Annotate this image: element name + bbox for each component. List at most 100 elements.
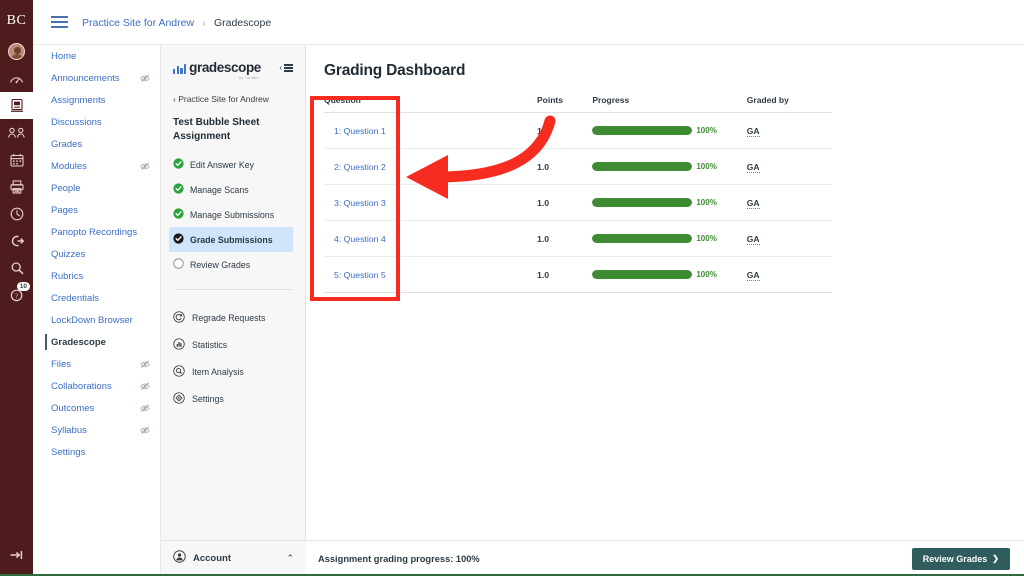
sidebar-item-assignments[interactable]: Assignments: [33, 89, 160, 111]
sidebar-item-home[interactable]: Home: [33, 45, 160, 67]
inbox-printer-icon: [9, 179, 24, 194]
sidebar-item-pages[interactable]: Pages: [33, 199, 160, 221]
grading-progress-footer: Assignment grading progress: 100% Review…: [306, 540, 1024, 576]
sidebar-item-label: LockDown Browser: [51, 314, 133, 326]
breadcrumb-course-link[interactable]: Practice Site for Andrew: [82, 17, 194, 29]
global-nav-item-commons[interactable]: [0, 227, 33, 254]
assignment-title: Test Bubble Sheet Assignment: [173, 117, 260, 142]
sidebar-item-rubrics[interactable]: Rubrics: [33, 265, 160, 287]
tool-settings[interactable]: Settings: [173, 385, 293, 412]
global-nav-item-history[interactable]: [0, 200, 33, 227]
tool-item-analysis[interactable]: Item Analysis: [173, 358, 293, 385]
step-review-grades[interactable]: Review Grades: [169, 252, 293, 277]
column-header-question[interactable]: Question: [324, 95, 537, 113]
breadcrumb-separator: ›: [202, 18, 206, 28]
sidebar-item-discussions[interactable]: Discussions: [33, 111, 160, 133]
graded-by-value[interactable]: GA: [746, 125, 760, 137]
global-nav-item-groups[interactable]: [0, 119, 33, 146]
hidden-eye-icon: [140, 381, 150, 391]
step-edit-answer-key[interactable]: Edit Answer Key: [169, 152, 293, 177]
account-menu-button[interactable]: Account ⌃: [161, 540, 306, 576]
sidebar-item-syllabus[interactable]: Syllabus: [33, 419, 160, 441]
global-nav-expand-button[interactable]: [0, 548, 33, 566]
progress-bar-fill: [592, 270, 693, 279]
progress-bar-fill: [592, 234, 693, 243]
step-label: Manage Scans: [190, 184, 249, 195]
global-nav-item-calendar[interactable]: [0, 146, 33, 173]
sidebar-item-label: Discussions: [51, 116, 102, 128]
breadcrumb: Practice Site for Andrew › Gradescope: [82, 13, 271, 31]
sidebar-item-gradescope[interactable]: Gradescope: [33, 331, 160, 353]
gradescope-grading-dashboard-screenshot: BC ? 10 Home Announcements Assignments D…: [0, 0, 1024, 576]
step-grade-submissions[interactable]: Grade Submissions: [169, 227, 293, 252]
sidebar-item-label: Credentials: [51, 292, 100, 304]
sidebar-item-credentials[interactable]: Credentials: [33, 287, 160, 309]
step-manage-scans[interactable]: Manage Scans: [169, 177, 293, 202]
graded-by-value[interactable]: GA: [746, 161, 760, 173]
regrade-refresh-icon: [173, 310, 185, 325]
question-link[interactable]: 5: Question 5: [334, 270, 386, 280]
back-to-course-link[interactable]: ‹ Practice Site for Andrew: [173, 94, 293, 104]
question-link[interactable]: 2: Question 2: [334, 162, 386, 172]
global-nav-item-inbox[interactable]: [0, 173, 33, 200]
main-content: Grading Dashboard Question Points Progre…: [306, 0, 1024, 576]
sidebar-item-settings[interactable]: Settings: [33, 441, 160, 463]
column-header-graded-by[interactable]: Graded by: [746, 95, 832, 113]
arrow-to-bar-icon: [9, 548, 25, 566]
progress-cell: 100%: [592, 126, 746, 135]
progress-bar-track: [592, 270, 693, 279]
hamburger-menu-icon[interactable]: [51, 16, 68, 28]
chevron-up-icon: ⌃: [286, 553, 294, 563]
graded-by-value[interactable]: GA: [746, 269, 760, 281]
step-manage-submissions[interactable]: Manage Submissions: [169, 202, 293, 227]
global-nav-items: ? 10: [0, 38, 33, 308]
sidebar-item-files[interactable]: Files: [33, 353, 160, 375]
review-grades-button[interactable]: Review Grades ❯: [911, 547, 1010, 570]
gradescope-logo[interactable]: gradescope: [173, 61, 261, 75]
chevron-right-icon: ❯: [992, 554, 999, 563]
sidebar-item-label: Panopto Recordings: [51, 226, 138, 238]
breadcrumb-current: Gradescope: [213, 17, 272, 29]
institution-logo[interactable]: BC: [7, 14, 27, 28]
question-link[interactable]: 3: Question 3: [334, 198, 386, 208]
gradescope-collapse-button[interactable]: ‹: [279, 61, 293, 72]
sidebar-item-label: Assignments: [51, 94, 106, 106]
calendar-icon: [9, 153, 24, 167]
sidebar-item-outcomes[interactable]: Outcomes: [33, 397, 160, 419]
question-link[interactable]: 4: Question 4: [334, 234, 386, 244]
question-link[interactable]: 1: Question 1: [334, 126, 386, 136]
tool-statistics[interactable]: Statistics: [173, 331, 293, 358]
sidebar-item-label: Modules: [51, 160, 87, 172]
sidebar-item-panopto-recordings[interactable]: Panopto Recordings: [33, 221, 160, 243]
sidebar-item-grades[interactable]: Grades: [33, 133, 160, 155]
global-nav-item-studio[interactable]: [0, 254, 33, 281]
global-nav-item-account[interactable]: [0, 38, 33, 65]
progress-bar-fill: [592, 198, 693, 207]
check-circle-complete-icon: [173, 208, 184, 221]
progress-percent-label: 100%: [696, 270, 717, 279]
global-nav-item-help[interactable]: ? 10: [0, 281, 33, 308]
statistics-chart-icon: [173, 337, 185, 352]
grading-dashboard-table: Question Points Progress Graded by 1: Qu…: [324, 95, 832, 293]
dashboard-speedometer-icon: [9, 72, 24, 85]
graded-by-value[interactable]: GA: [746, 233, 760, 245]
progress-percent-label: 100%: [696, 234, 717, 243]
tool-regrade-requests[interactable]: Regrade Requests: [173, 304, 293, 331]
graded-by-value[interactable]: GA: [746, 197, 760, 209]
sidebar-item-quizzes[interactable]: Quizzes: [33, 243, 160, 265]
global-nav-item-dashboard[interactable]: [0, 65, 33, 92]
sidebar-item-collaborations[interactable]: Collaborations: [33, 375, 160, 397]
global-nav-item-courses[interactable]: [0, 92, 33, 119]
table-row: 2: Question 2 1.0 100% GA: [324, 148, 832, 185]
progress-cell: 100%: [592, 162, 746, 171]
column-header-progress[interactable]: Progress: [592, 95, 747, 113]
assignment-progress-text: Assignment grading progress: 100%: [318, 553, 480, 564]
search-magnifier-icon: [10, 261, 24, 275]
sidebar-item-lockdown-browser[interactable]: LockDown Browser: [33, 309, 160, 331]
sidebar-item-people[interactable]: People: [33, 177, 160, 199]
progress-bar-fill: [592, 162, 693, 171]
sidebar-item-announcements[interactable]: Announcements: [33, 67, 160, 89]
sidebar-item-modules[interactable]: Modules: [33, 155, 160, 177]
column-header-points[interactable]: Points: [536, 95, 593, 113]
account-label: Account: [193, 553, 231, 564]
